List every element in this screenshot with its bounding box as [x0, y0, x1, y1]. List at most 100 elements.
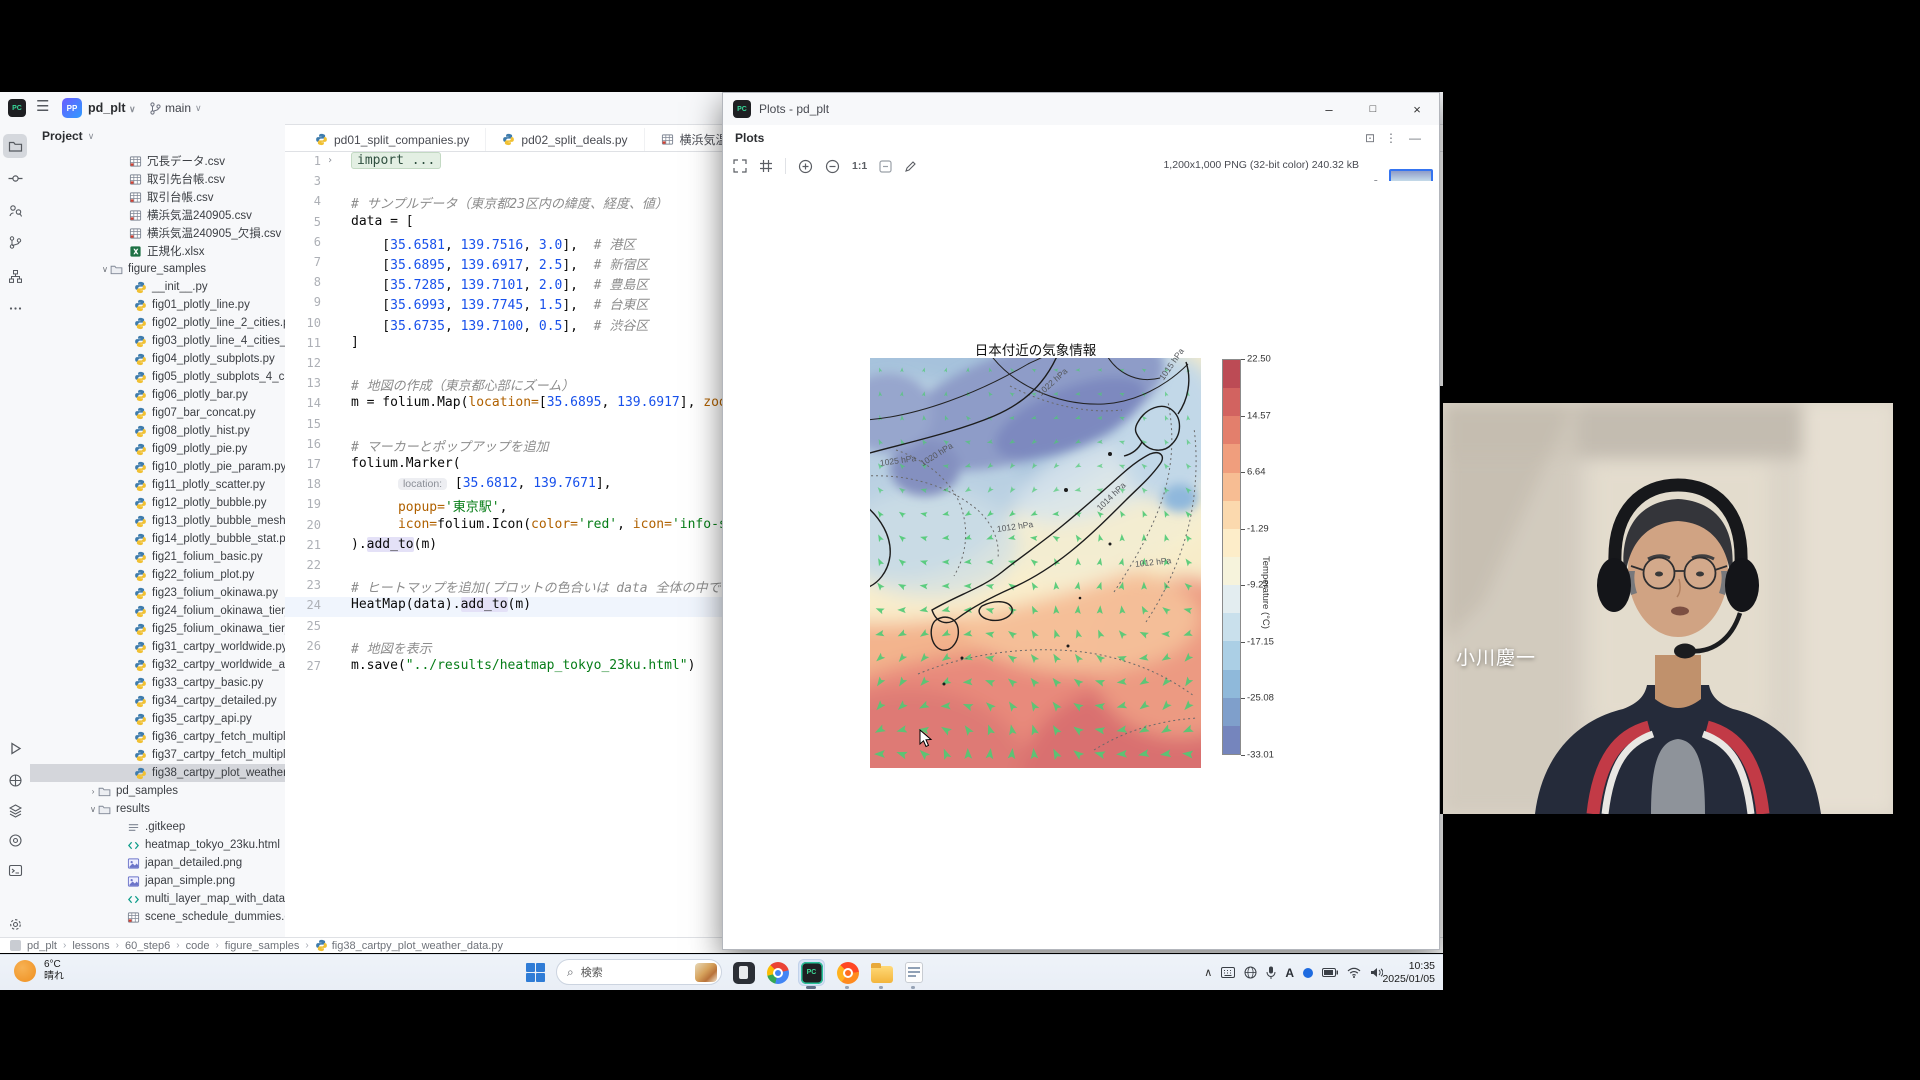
terminal-icon[interactable]: [3, 858, 27, 882]
taskbar-weather-widget[interactable]: 6°C晴れ: [14, 959, 64, 983]
layout-settings-icon[interactable]: ⊡: [1365, 131, 1375, 145]
tree-item-multi_layer_map_with_data.html[interactable]: multi_layer_map_with_data.html: [30, 890, 285, 908]
project-selector[interactable]: pd_plt ∨: [88, 101, 136, 115]
taskbar-app-pycharm[interactable]: PC: [798, 959, 825, 986]
tree-item-正規化.xlsx[interactable]: 正規化.xlsx: [30, 242, 285, 260]
tree-item-横浜気温240905_欠損.csv[interactable]: 横浜気温240905_欠損.csv: [30, 224, 285, 242]
tree-item-fig23_folium_okinawa.py[interactable]: fig23_folium_okinawa.py: [30, 584, 285, 602]
tree-item-__init__.py[interactable]: __init__.py: [30, 278, 285, 296]
tree-item-fig01_plotly_line.py[interactable]: fig01_plotly_line.py: [30, 296, 285, 314]
tree-item-fig25_folium_okinawa_tier_layers_wit[interactable]: fig25_folium_okinawa_tier_layers_wit: [30, 620, 285, 638]
tree-item-fig36_cartpy_fetch_multiple.py[interactable]: fig36_cartpy_fetch_multiple.py: [30, 728, 285, 746]
tray-presence-icon[interactable]: [1303, 968, 1313, 978]
branch-selector[interactable]: main ∨: [150, 101, 202, 115]
tree-item-fig33_cartpy_basic.py[interactable]: fig33_cartpy_basic.py: [30, 674, 285, 692]
plots-titlebar[interactable]: PC Plots - pd_plt – □ ×: [723, 93, 1439, 125]
tree-item-fig22_folium_plot.py[interactable]: fig22_folium_plot.py: [30, 566, 285, 584]
zoom-in-icon[interactable]: [798, 159, 813, 174]
taskbar-app-widget-dark[interactable]: [730, 959, 757, 986]
tree-item-fig10_plotly_pie_param.py[interactable]: fig10_plotly_pie_param.py: [30, 458, 285, 476]
tree-item-fig07_bar_concat.py[interactable]: fig07_bar_concat.py: [30, 404, 285, 422]
settings-icon[interactable]: [3, 912, 27, 936]
minimize-button[interactable]: –: [1307, 93, 1351, 125]
tree-item-fig14_plotly_bubble_stat.py[interactable]: fig14_plotly_bubble_stat.py: [30, 530, 285, 548]
tree-item-横浜気温240905.csv[interactable]: 横浜気温240905.csv: [30, 206, 285, 224]
taskbar-app-notepad[interactable]: [900, 959, 927, 986]
tray-keyboard-icon[interactable]: [1221, 967, 1235, 978]
breadcrumb-item[interactable]: fig38_cartpy_plot_weather_data.py: [315, 939, 503, 952]
tree-item-fig35_cartpy_api.py[interactable]: fig35_cartpy_api.py: [30, 710, 285, 728]
tree-item-fig34_cartpy_detailed.py[interactable]: fig34_cartpy_detailed.py: [30, 692, 285, 710]
breadcrumb-item[interactable]: pd_plt: [27, 940, 57, 952]
tree-chevron-icon[interactable]: ›: [88, 786, 98, 796]
more-options-icon[interactable]: ⋮: [1385, 131, 1397, 145]
tray-battery-icon[interactable]: [1322, 968, 1338, 977]
start-button[interactable]: [526, 963, 545, 982]
structure-icon[interactable]: [3, 264, 27, 288]
tree-item-fig12_plotly_bubble.py[interactable]: fig12_plotly_bubble.py: [30, 494, 285, 512]
tree-item-取引台帳.csv[interactable]: 取引台帳.csv: [30, 188, 285, 206]
tree-chevron-icon[interactable]: ∨: [100, 264, 110, 275]
tree-chevron-icon[interactable]: ∨: [88, 804, 98, 815]
tray-ime-a-icon[interactable]: A: [1285, 966, 1294, 980]
tree-item-scene_schedule_dummies.csv[interactable]: scene_schedule_dummies.csv: [30, 908, 285, 926]
fold-arrow-icon[interactable]: ›: [327, 155, 333, 166]
project-badge[interactable]: PP: [62, 98, 82, 118]
tree-item-pd_samples[interactable]: ›pd_samples: [30, 782, 285, 800]
commit-icon[interactable]: [3, 166, 27, 190]
tray-wifi-icon[interactable]: [1347, 967, 1361, 978]
tree-item-fig11_plotly_scatter.py[interactable]: fig11_plotly_scatter.py: [30, 476, 285, 494]
zoom-out-icon[interactable]: [825, 159, 840, 174]
more-icon[interactable]: [3, 296, 27, 320]
breadcrumb-item[interactable]: figure_samples: [225, 940, 300, 952]
hide-panel-icon[interactable]: —: [1409, 131, 1421, 145]
tree-item-japan_detailed.png[interactable]: japan_detailed.png: [30, 854, 285, 872]
branch-icon[interactable]: [3, 230, 27, 254]
project-panel-header[interactable]: Project∨: [30, 124, 285, 148]
layers-icon[interactable]: [3, 798, 27, 822]
tray-chevron-up-icon[interactable]: ∧: [1204, 966, 1212, 979]
taskbar-app-explorer[interactable]: [868, 959, 895, 986]
usage-icon[interactable]: [3, 198, 27, 222]
tree-item-fig37_cartpy_fetch_multiple_async.py[interactable]: fig37_cartpy_fetch_multiple_async.py: [30, 746, 285, 764]
breadcrumb-item[interactable]: code: [186, 940, 210, 952]
maximize-button[interactable]: □: [1351, 93, 1395, 125]
taskbar-app-brave[interactable]: [834, 959, 861, 986]
tree-item-fig09_plotly_pie.py[interactable]: fig09_plotly_pie.py: [30, 440, 285, 458]
tree-item-冗長データ.csv[interactable]: 冗長データ.csv: [30, 152, 285, 170]
run-icon[interactable]: [3, 736, 27, 760]
tree-item-fig04_plotly_subplots.py[interactable]: fig04_plotly_subplots.py: [30, 350, 285, 368]
tree-item-fig31_cartpy_worldwide.py[interactable]: fig31_cartpy_worldwide.py: [30, 638, 285, 656]
close-button[interactable]: ×: [1395, 93, 1439, 125]
fit-frame-icon[interactable]: [879, 160, 892, 173]
taskbar-clock[interactable]: 10:35 2025/01/05: [1382, 960, 1435, 985]
tree-item-fig08_plotly_hist.py[interactable]: fig08_plotly_hist.py: [30, 422, 285, 440]
tree-item-fig38_cartpy_plot_weather_data.py[interactable]: fig38_cartpy_plot_weather_data.py: [30, 764, 285, 782]
tray-globe-icon[interactable]: [1244, 966, 1257, 979]
tree-item-fig21_folium_basic.py[interactable]: fig21_folium_basic.py: [30, 548, 285, 566]
project-folder-icon[interactable]: [3, 134, 27, 158]
tree-item-fig24_folium_okinawa_tier_layers.py[interactable]: fig24_folium_okinawa_tier_layers.py: [30, 602, 285, 620]
breadcrumb-item[interactable]: lessons: [72, 940, 109, 952]
tree-item-取引先台帳.csv[interactable]: 取引先台帳.csv: [30, 170, 285, 188]
grid-icon[interactable]: [759, 159, 773, 173]
fit-to-window-icon[interactable]: [733, 159, 747, 173]
edit-pencil-icon[interactable]: [904, 160, 917, 173]
zoom-actual-size-button[interactable]: 1:1: [852, 160, 867, 172]
breadcrumb-item[interactable]: 60_step6: [125, 940, 170, 952]
tree-item-heatmap_tokyo_23ku.html[interactable]: heatmap_tokyo_23ku.html: [30, 836, 285, 854]
tray-mic-icon[interactable]: [1266, 966, 1276, 979]
tree-item-fig13_plotly_bubble_mesh.py[interactable]: fig13_plotly_bubble_mesh.py: [30, 512, 285, 530]
python-packages-icon[interactable]: [3, 768, 27, 792]
tray-volume-icon[interactable]: [1370, 967, 1383, 978]
main-menu-icon[interactable]: ☰: [36, 97, 49, 115]
tree-item-fig06_plotly_bar.py[interactable]: fig06_plotly_bar.py: [30, 386, 285, 404]
tree-item-results[interactable]: ∨results: [30, 800, 285, 818]
tree-item-fig05_plotly_subplots_4_cities.py[interactable]: fig05_plotly_subplots_4_cities.py: [30, 368, 285, 386]
taskbar-app-chrome[interactable]: [764, 959, 791, 986]
tree-item-figure_samples[interactable]: ∨figure_samples: [30, 260, 285, 278]
tree-item-japan_simple.png[interactable]: japan_simple.png: [30, 872, 285, 890]
services-icon[interactable]: [3, 828, 27, 852]
tree-item-.gitkeep[interactable]: .gitkeep: [30, 818, 285, 836]
tree-item-fig32_cartpy_worldwide_azimuthal_m[interactable]: fig32_cartpy_worldwide_azimuthal_m: [30, 656, 285, 674]
